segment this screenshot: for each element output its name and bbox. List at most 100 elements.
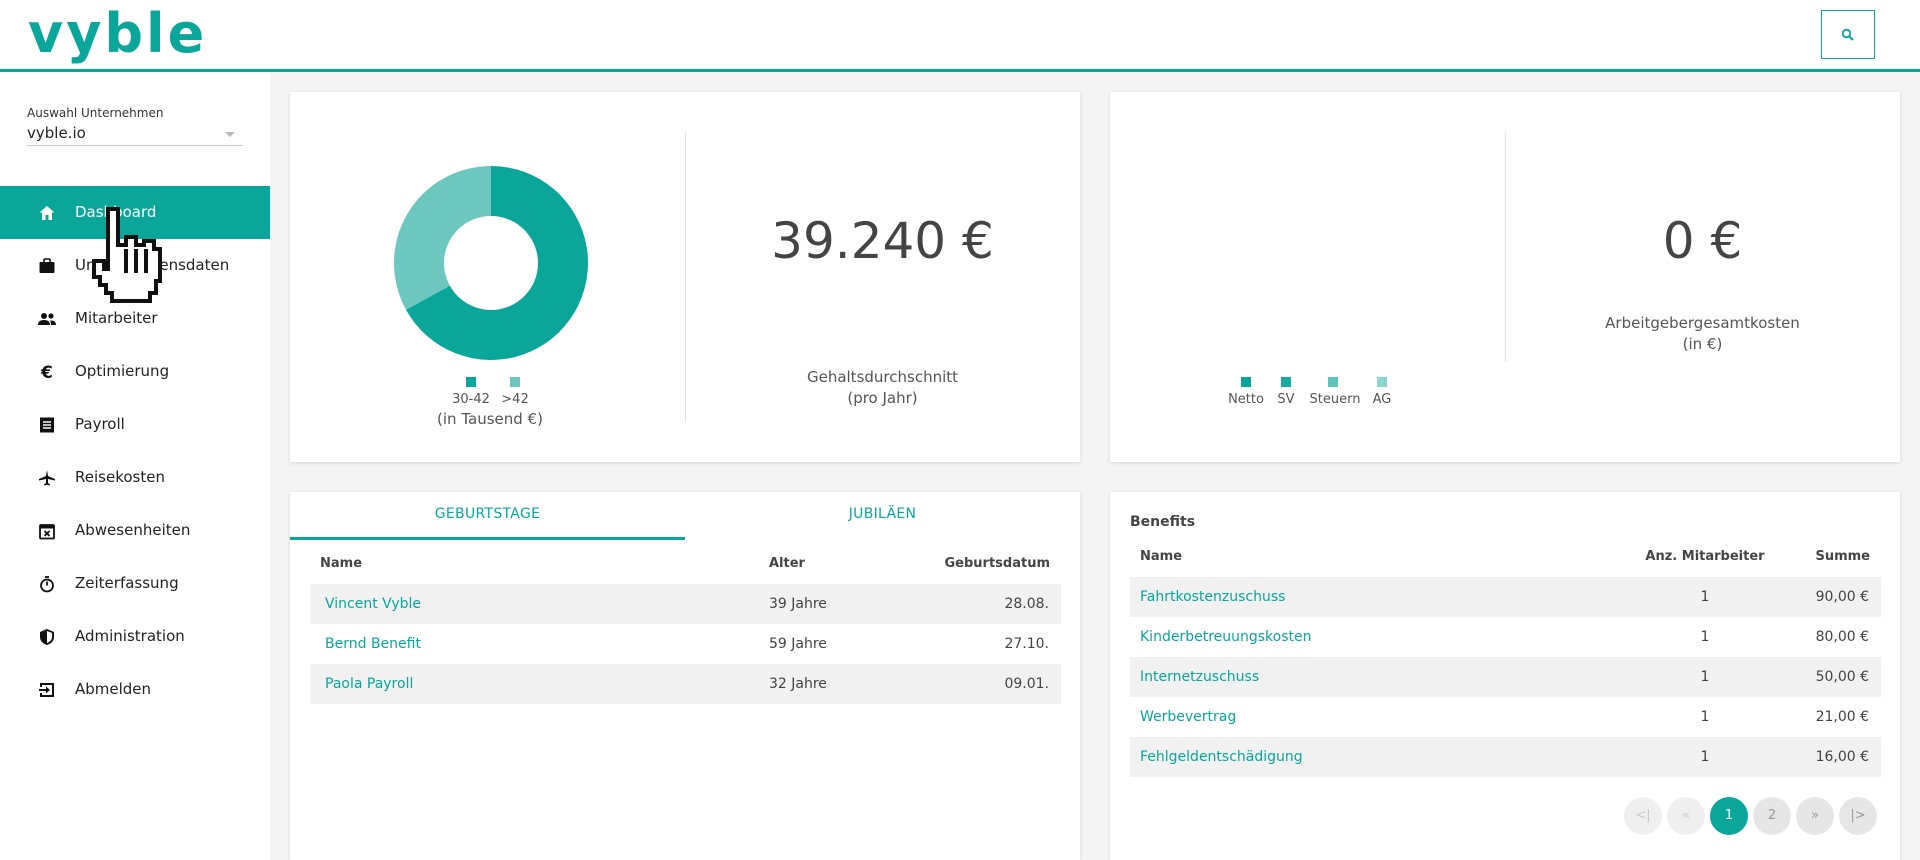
benefit-link[interactable]: Werbevertrag [1140, 697, 1236, 737]
salary-label-line2: (pro Jahr) [847, 389, 918, 407]
search-button[interactable] [1821, 10, 1875, 59]
legend-swatch [1377, 377, 1387, 387]
sidebar-item-label: Mitarbeiter [75, 309, 158, 327]
sidebar-item-label: Optimierung [75, 362, 170, 380]
sidebar-item-abmelden[interactable]: Abmelden [0, 663, 270, 716]
airplane-icon [37, 468, 57, 488]
benefit-link[interactable]: Fehlgeldentschädigung [1140, 737, 1303, 777]
sidebar-item-optimierung[interactable]: € Optimierung [0, 345, 270, 398]
sidebar-item-abwesenheiten[interactable]: Abwesenheiten [0, 504, 270, 557]
pager-last-button[interactable]: |> [1839, 797, 1877, 835]
legend-swatch [1241, 377, 1251, 387]
sidebar-item-label: Unternehmensdaten [75, 256, 230, 274]
sidebar-item-label: Payroll [75, 415, 125, 433]
column-header-sum: Summe [1815, 549, 1870, 564]
sidebar-item-label: Abwesenheiten [75, 521, 191, 539]
sidebar-item-administration[interactable]: Administration [0, 610, 270, 663]
table-row: Internetzuschuss 1 50,00 € [1130, 657, 1881, 697]
legend-label: 30-42 [452, 392, 490, 407]
pager-first-button[interactable]: <| [1624, 797, 1662, 835]
employer-cost-card: Netto SV Steuern AG 0 € Arbeitgebergesam… [1110, 92, 1900, 462]
pager-prev-button[interactable]: « [1667, 797, 1705, 835]
search-icon [1841, 28, 1854, 41]
shield-icon [37, 627, 57, 647]
table-row: Fehlgeldentschädigung 1 16,00 € [1130, 737, 1881, 777]
legend-swatch [510, 377, 520, 387]
legend-swatch [1281, 377, 1291, 387]
vyble-logo[interactable]: vyble [28, 2, 207, 66]
logout-icon [37, 680, 57, 700]
sidebar-item-label: Administration [75, 627, 185, 645]
legend-swatch [1328, 377, 1338, 387]
column-header-birthdate: Geburtsdatum [944, 556, 1050, 571]
pager-page-1-button[interactable]: 1 [1710, 797, 1748, 835]
sidebar-item-label: Dashboard [75, 203, 157, 221]
legend-label: Netto [1228, 392, 1264, 407]
table-row: Werbevertrag 1 21,00 € [1130, 697, 1881, 737]
benefit-sum: 90,00 € [1815, 589, 1869, 605]
benefit-employee-count: 1 [1700, 589, 1710, 605]
employee-age: 32 Jahre [769, 676, 827, 692]
salary-label-line1: Gehaltsdurchschnitt [806, 368, 959, 386]
donut-segment [394, 166, 491, 310]
employee-link[interactable]: Bernd Benefit [325, 624, 421, 664]
employee-age: 39 Jahre [769, 596, 827, 612]
sidebar-item-mitarbeiter[interactable]: Mitarbeiter [0, 292, 270, 345]
employer-cost-label-line2: (in €) [1682, 335, 1723, 353]
benefit-employee-count: 1 [1700, 669, 1710, 685]
benefit-sum: 16,00 € [1815, 749, 1869, 765]
benefits-title: Benefits [1130, 514, 1196, 530]
employee-birthdate: 27.10. [1004, 636, 1049, 652]
salary-donut-chart [394, 166, 588, 360]
sidebar: Auswahl Unternehmen vyble.io Dashboard U… [0, 72, 270, 860]
legend-swatch [466, 377, 476, 387]
list-icon [37, 415, 57, 435]
sidebar-item-label: Reisekosten [75, 468, 165, 486]
company-select-value: vyble.io [27, 124, 86, 142]
benefit-employee-count: 1 [1700, 629, 1710, 645]
sidebar-item-reisekosten[interactable]: Reisekosten [0, 451, 270, 504]
sidebar-item-dashboard[interactable]: Dashboard [0, 186, 270, 239]
salary-card: 30-42 >42 (in Tausend €) 39.240 € Gehalt… [290, 92, 1080, 462]
benefit-link[interactable]: Fahrtkostenzuschuss [1140, 577, 1285, 617]
people-icon [37, 309, 57, 329]
legend-unit: (in Tausend €) [437, 410, 543, 428]
employer-cost-label-line1: Arbeitgebergesamtkosten [1605, 314, 1800, 332]
pager-next-button[interactable]: » [1796, 797, 1834, 835]
events-tabs: GEBURTSTAGE JUBILÄEN [290, 492, 1080, 540]
company-select-label: Auswahl Unternehmen [27, 106, 164, 120]
column-header-name: Name [1140, 549, 1183, 564]
benefit-link[interactable]: Internetzuschuss [1140, 657, 1259, 697]
employer-cost-value: 0 € [1662, 212, 1743, 270]
table-row: Kinderbetreuungskosten 1 80,00 € [1130, 617, 1881, 657]
table-row: Bernd Benefit 59 Jahre 27.10. [310, 624, 1061, 664]
employee-birthdate: 09.01. [1004, 676, 1049, 692]
company-select[interactable]: vyble.io [27, 122, 243, 146]
table-row: Paola Payroll 32 Jahre 09.01. [310, 664, 1061, 704]
sidebar-item-zeiterfassung[interactable]: Zeiterfassung [0, 557, 270, 610]
employee-link[interactable]: Vincent Vyble [325, 584, 421, 624]
column-header-name: Name [320, 556, 363, 571]
benefit-employee-count: 1 [1700, 749, 1710, 765]
tab-geburtstage[interactable]: GEBURTSTAGE [290, 492, 685, 540]
sidebar-item-label: Abmelden [75, 680, 152, 698]
sidebar-item-label: Zeiterfassung [75, 574, 179, 592]
sidebar-item-unternehmensdaten[interactable]: Unternehmensdaten [0, 239, 270, 292]
pager-page-2-button[interactable]: 2 [1753, 797, 1791, 835]
legend-label: Steuern [1309, 392, 1361, 407]
benefit-sum: 50,00 € [1815, 669, 1869, 685]
app-header: vyble [0, 0, 1920, 72]
table-row: Vincent Vyble 39 Jahre 28.08. [310, 584, 1061, 624]
sidebar-item-payroll[interactable]: Payroll [0, 398, 270, 451]
benefit-link[interactable]: Kinderbetreuungskosten [1140, 617, 1312, 657]
salary-average-value: 39.240 € [771, 212, 994, 270]
sidebar-nav: Dashboard Unternehmensdaten Mitarbeiter … [0, 186, 270, 716]
tab-jubilaeen[interactable]: JUBILÄEN [685, 492, 1080, 540]
employee-birthdate: 28.08. [1004, 596, 1049, 612]
employee-age: 59 Jahre [769, 636, 827, 652]
employee-link[interactable]: Paola Payroll [325, 664, 413, 704]
benefit-sum: 80,00 € [1815, 629, 1869, 645]
briefcase-icon [37, 256, 57, 276]
column-header-age: Alter [769, 556, 805, 571]
calendar-x-icon [37, 521, 57, 541]
